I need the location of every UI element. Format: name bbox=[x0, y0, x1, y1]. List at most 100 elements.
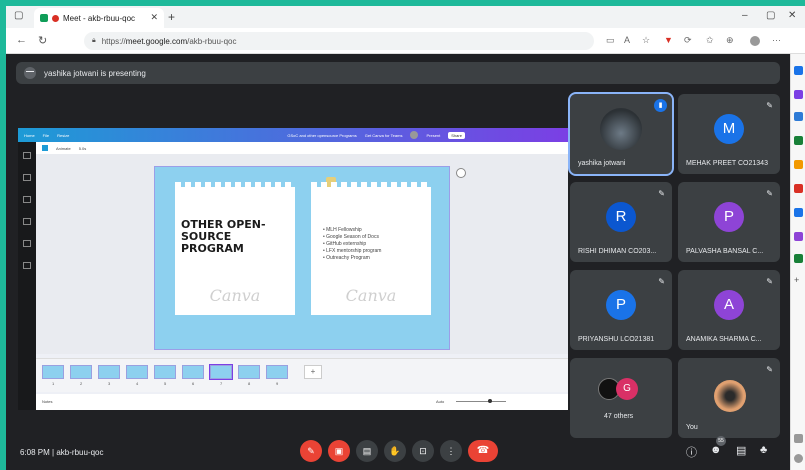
favorites-icon[interactable]: ✩ bbox=[706, 35, 714, 46]
present-screen-icon bbox=[24, 67, 36, 79]
extensions-icon[interactable]: ⟳ bbox=[684, 35, 692, 46]
outlook-icon[interactable] bbox=[794, 208, 803, 217]
participant-name: ANAMIKA SHARMA C... bbox=[686, 336, 762, 343]
url-field[interactable]: 🔒︎ https://meet.google.com/akb-rbuu-qoc bbox=[84, 32, 594, 50]
mic-toggle-button[interactable]: ✎ bbox=[300, 440, 322, 462]
maximize-icon[interactable]: ▢ bbox=[766, 10, 775, 21]
chat-icon[interactable]: ▤ bbox=[736, 444, 746, 457]
page-thumb bbox=[126, 365, 148, 379]
page-thumb bbox=[182, 365, 204, 379]
canva-canvas: OTHER OPEN- SOURCE PROGRAM Canva • MLH F… bbox=[36, 154, 568, 354]
participant-tile[interactable]: ▮ yashika jotwani bbox=[568, 92, 674, 176]
raise-hand-button[interactable]: ✋ bbox=[384, 440, 406, 462]
separator: | bbox=[52, 448, 55, 457]
sidebar-layout-icon[interactable] bbox=[794, 434, 803, 443]
speaking-icon: ▮ bbox=[654, 99, 667, 112]
address-bar: ← ↻ 🔒︎ https://meet.google.com/akb-rbuu-… bbox=[6, 28, 805, 54]
extension-icon[interactable]: ▼ bbox=[664, 35, 673, 45]
participant-tile[interactable]: ✎ R RISHI DHIMAN CO203... bbox=[570, 182, 672, 262]
page-number: 4 bbox=[136, 381, 139, 386]
apps-panel-icon bbox=[23, 262, 31, 269]
zoom-slider bbox=[456, 401, 506, 402]
games-icon[interactable] bbox=[794, 160, 803, 169]
tree-icon[interactable] bbox=[794, 254, 803, 263]
page-number: 6 bbox=[192, 381, 195, 386]
canva-menubar: Home File Resize GSoC and other opensour… bbox=[18, 128, 568, 142]
shopping-icon[interactable] bbox=[794, 112, 803, 121]
page-thumb bbox=[98, 365, 120, 379]
cast-icon[interactable]: ▭ bbox=[606, 35, 615, 46]
lock-icon: 🔒︎ bbox=[92, 37, 96, 44]
close-tab-icon[interactable]: ✕ bbox=[150, 12, 158, 23]
list-item: • MLH Fellowship bbox=[323, 227, 362, 233]
participant-name: yashika jotwani bbox=[578, 160, 626, 167]
list-item: • Outreachy Program bbox=[323, 255, 370, 261]
mic-muted-icon: ✎ bbox=[766, 365, 773, 374]
page-thumb bbox=[266, 365, 288, 379]
elements-panel-icon bbox=[23, 174, 31, 181]
mic-muted-icon: ✎ bbox=[658, 277, 665, 286]
activities-icon[interactable]: ♣ bbox=[760, 444, 767, 456]
canva-duration: 5.0s bbox=[78, 145, 87, 151]
participant-name: RISHI DHIMAN CO203... bbox=[578, 248, 657, 255]
tab-meet[interactable]: Meet - akb-rbuu-qoc ✕ bbox=[34, 8, 164, 28]
leave-call-button[interactable]: ☎ bbox=[468, 440, 498, 462]
avatar: P bbox=[714, 202, 744, 232]
canva-file: File bbox=[42, 132, 50, 138]
page-thumb bbox=[238, 365, 260, 379]
tab-actions-icon[interactable]: ▢ bbox=[14, 10, 23, 21]
canva-resize: Resize bbox=[57, 132, 70, 138]
camera-toggle-button[interactable]: ▣ bbox=[328, 440, 350, 462]
self-photo bbox=[714, 380, 746, 412]
avatar: G bbox=[616, 378, 638, 400]
self-tile[interactable]: ✎ You bbox=[678, 358, 780, 438]
zoom-label: Auto bbox=[436, 399, 445, 404]
participant-tile[interactable]: ✎ A ANAMIKA SHARMA C... bbox=[678, 270, 780, 350]
more-options-button[interactable]: ⋮ bbox=[440, 440, 462, 462]
page-number: 8 bbox=[248, 381, 251, 386]
participant-tile[interactable]: ✎ P PALVASHA BANSAL C... bbox=[678, 182, 780, 262]
canva-footer: Notes Auto bbox=[36, 394, 568, 410]
participant-tile[interactable]: ✎ M MEHAK PREET CO21343 bbox=[678, 94, 780, 174]
canva-animate: Animate bbox=[56, 145, 71, 151]
meeting-details-icon[interactable]: ⓘ bbox=[686, 444, 697, 460]
canva-try-teams: Get Canva for Teams bbox=[364, 132, 403, 138]
add-page-button: + bbox=[304, 365, 322, 379]
office-icon[interactable] bbox=[794, 184, 803, 193]
url-text: https://meet.google.com/akb-rbuu-qoc bbox=[101, 36, 237, 46]
refresh-icon[interactable]: ↻ bbox=[38, 34, 47, 47]
designer-icon[interactable] bbox=[794, 232, 803, 241]
avatar: A bbox=[714, 290, 744, 320]
tab-title: Meet - akb-rbuu-qoc bbox=[63, 13, 136, 23]
canva-doc-title: GSoC and other opensource Programs bbox=[287, 132, 357, 138]
list-item: • LFX mentorship program bbox=[323, 248, 382, 254]
read-aloud-icon[interactable]: A bbox=[624, 35, 630, 45]
others-tile[interactable]: G 47 others bbox=[570, 358, 672, 438]
text-panel-icon bbox=[23, 218, 31, 225]
participant-name: You bbox=[686, 424, 698, 431]
back-icon[interactable]: ← bbox=[16, 34, 27, 46]
present-button[interactable]: ⊡ bbox=[412, 440, 434, 462]
copilot-icon[interactable] bbox=[794, 90, 803, 99]
favorite-icon[interactable]: ☆ bbox=[642, 35, 650, 46]
edge-sidebar: + bbox=[790, 54, 805, 470]
minimize-icon[interactable]: – bbox=[742, 10, 748, 21]
uploads-panel-icon bbox=[23, 196, 31, 203]
presenting-banner: yashika jotwani is presenting bbox=[16, 62, 780, 84]
captions-button[interactable]: ▤ bbox=[356, 440, 378, 462]
slide-title: OTHER OPEN- SOURCE PROGRAM bbox=[181, 218, 266, 255]
projects-panel-icon bbox=[23, 240, 31, 247]
more-icon[interactable]: ··· bbox=[772, 35, 781, 45]
participant-tile[interactable]: ✎ P PRIYANSHU LCO21381 bbox=[570, 270, 672, 350]
tools-icon[interactable] bbox=[794, 136, 803, 145]
new-tab-icon[interactable]: + bbox=[168, 10, 175, 24]
mic-muted-icon: ✎ bbox=[766, 101, 773, 110]
settings-icon[interactable] bbox=[794, 454, 803, 463]
search-icon[interactable] bbox=[794, 66, 803, 75]
others-count: 47 others bbox=[604, 413, 634, 420]
page-number: 2 bbox=[80, 381, 83, 386]
close-window-icon[interactable]: ✕ bbox=[788, 10, 796, 21]
add-icon[interactable]: + bbox=[794, 276, 803, 285]
profile-avatar[interactable] bbox=[750, 36, 760, 46]
collections-icon[interactable]: ⊕ bbox=[726, 35, 734, 46]
